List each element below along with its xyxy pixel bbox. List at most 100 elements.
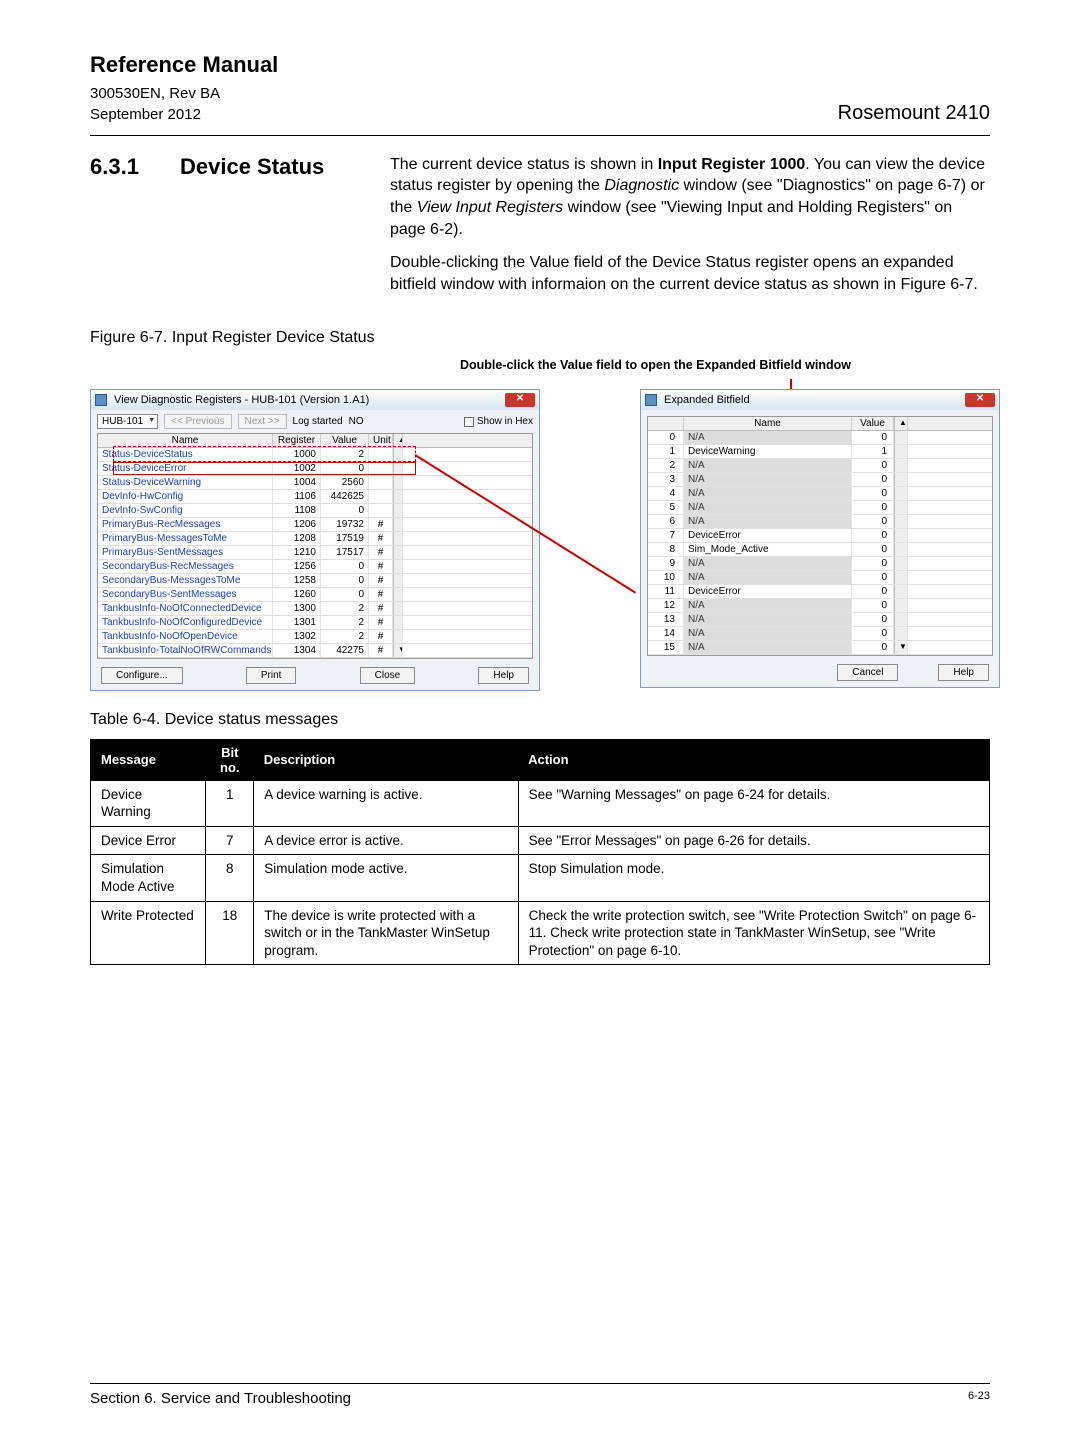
table-row[interactable]: DevInfo-HwConfig1106442625: [98, 490, 532, 504]
row-register: 1302: [273, 630, 321, 643]
previous-button[interactable]: << Previous: [164, 414, 231, 429]
row-register: 1206: [273, 518, 321, 531]
table-row[interactable]: 8Sim_Mode_Active0: [648, 543, 992, 557]
table-row[interactable]: 11DeviceError0: [648, 585, 992, 599]
table-row[interactable]: TankbusInfo-NoOfOpenDevice13022#: [98, 630, 532, 644]
row-value[interactable]: 442625: [321, 490, 369, 503]
row-name: N/A: [684, 431, 852, 444]
p1-f: View Input Registers: [417, 199, 563, 216]
scroll-down-icon[interactable]: ▼: [393, 644, 403, 657]
table-row[interactable]: 13N/A0: [648, 613, 992, 627]
th-bit: Bit no.: [206, 739, 254, 780]
row-value[interactable]: 2: [321, 602, 369, 615]
row-name: SecondaryBus-SentMessages: [98, 588, 273, 601]
show-in-hex-checkbox[interactable]: Show in Hex: [464, 416, 533, 427]
row-value[interactable]: 0: [321, 574, 369, 587]
table-row[interactable]: PrimaryBus-RecMessages120619732#: [98, 518, 532, 532]
table-row[interactable]: 1DeviceWarning1: [648, 445, 992, 459]
row-value[interactable]: 2: [321, 448, 369, 461]
table-row[interactable]: 3N/A0: [648, 473, 992, 487]
row-value[interactable]: 2: [321, 630, 369, 643]
table-row[interactable]: SecondaryBus-RecMessages12560#: [98, 560, 532, 574]
row-name: Status-DeviceWarning: [98, 476, 273, 489]
scrollbar-track: [393, 616, 403, 629]
row-value[interactable]: 0: [321, 560, 369, 573]
row-index: 4: [648, 487, 684, 500]
row-value[interactable]: 17517: [321, 546, 369, 559]
row-value[interactable]: 17519: [321, 532, 369, 545]
table-row[interactable]: 15N/A0▼: [648, 641, 992, 655]
table-row[interactable]: SecondaryBus-SentMessages12600#: [98, 588, 532, 602]
row-register: 1108: [273, 504, 321, 517]
row-value: 0: [852, 571, 894, 584]
row-unit: #: [369, 546, 393, 559]
row-name: PrimaryBus-SentMessages: [98, 546, 273, 559]
table-row[interactable]: Status-DeviceError10020: [98, 462, 532, 476]
diag-titlebar[interactable]: View Diagnostic Registers - HUB-101 (Ver…: [91, 390, 539, 410]
table-row[interactable]: 10N/A0: [648, 571, 992, 585]
scrollbar-track: [894, 473, 908, 486]
row-value[interactable]: 2: [321, 616, 369, 629]
row-index: 14: [648, 627, 684, 640]
table-row[interactable]: 9N/A0: [648, 557, 992, 571]
td-action: See "Error Messages" on page 6-26 for de…: [518, 826, 989, 855]
table-row[interactable]: 2N/A0: [648, 459, 992, 473]
table-row[interactable]: DevInfo-SwConfig11080: [98, 504, 532, 518]
help-button[interactable]: Help: [478, 667, 529, 684]
device-dropdown[interactable]: HUB-101: [97, 414, 158, 429]
next-button[interactable]: Next >>: [238, 414, 287, 429]
header-left: Reference Manual 300530EN, Rev BA Septem…: [90, 50, 278, 125]
table-row[interactable]: 5N/A0: [648, 501, 992, 515]
row-register: 1256: [273, 560, 321, 573]
table-row[interactable]: Status-DeviceStatus10002: [98, 448, 532, 462]
row-value[interactable]: 42275: [321, 644, 369, 657]
table-row[interactable]: TankbusInfo-NoOfConnectedDevice13002#: [98, 602, 532, 616]
scrollbar-track: [894, 431, 908, 444]
figure-caption: Figure 6-7. Input Register Device Status: [90, 327, 990, 349]
scroll-down-icon[interactable]: ▼: [894, 641, 908, 654]
row-value[interactable]: 0: [321, 504, 369, 517]
row-name: TankbusInfo-NoOfOpenDevice: [98, 630, 273, 643]
bitfield-grid[interactable]: Name Value ▲ 0N/A01DeviceWarning12N/A03N…: [647, 416, 993, 656]
table-row[interactable]: 0N/A0: [648, 431, 992, 445]
td-description: Simulation mode active.: [254, 855, 518, 901]
print-button[interactable]: Print: [246, 667, 297, 684]
table-row[interactable]: PrimaryBus-SentMessages121017517#: [98, 546, 532, 560]
row-value: 0: [852, 431, 894, 444]
table-row[interactable]: 6N/A0: [648, 515, 992, 529]
scrollbar-track: [393, 574, 403, 587]
bitfield-button-bar: Cancel Help: [641, 660, 999, 687]
table-row[interactable]: 12N/A0: [648, 599, 992, 613]
table-row[interactable]: 7DeviceError0: [648, 529, 992, 543]
scroll-up-icon[interactable]: ▲: [393, 434, 403, 447]
table-row[interactable]: TankbusInfo-TotalNoOfRWCommands130442275…: [98, 644, 532, 658]
product-name: Rosemount 2410: [838, 102, 990, 125]
configure-button[interactable]: Configure...: [101, 667, 183, 684]
cancel-button[interactable]: Cancel: [837, 664, 898, 681]
scroll-up-icon[interactable]: ▲: [894, 417, 908, 430]
help-button[interactable]: Help: [938, 664, 989, 681]
row-value[interactable]: 2560: [321, 476, 369, 489]
table-row[interactable]: 14N/A0: [648, 627, 992, 641]
row-value: 0: [852, 543, 894, 556]
row-name: N/A: [684, 473, 852, 486]
diag-grid[interactable]: Name Register Value Unit ▲ Status-Device…: [97, 433, 533, 659]
row-value[interactable]: 19732: [321, 518, 369, 531]
close-button-bottom[interactable]: Close: [360, 667, 416, 684]
col-value: Value: [321, 434, 369, 447]
col-index: [648, 417, 684, 430]
row-value[interactable]: 0: [321, 588, 369, 601]
close-button[interactable]: ✕: [505, 393, 535, 407]
scrollbar-track: [393, 602, 403, 615]
row-value[interactable]: 0: [321, 462, 369, 475]
close-button[interactable]: ✕: [965, 393, 995, 407]
bitfield-titlebar[interactable]: Expanded Bitfield ✕: [641, 390, 999, 410]
table-row[interactable]: 4N/A0: [648, 487, 992, 501]
row-register: 1301: [273, 616, 321, 629]
row-name: PrimaryBus-MessagesToMe: [98, 532, 273, 545]
row-register: 1258: [273, 574, 321, 587]
row-value: 0: [852, 599, 894, 612]
table-row[interactable]: PrimaryBus-MessagesToMe120817519#: [98, 532, 532, 546]
table-row[interactable]: SecondaryBus-MessagesToMe12580#: [98, 574, 532, 588]
table-row[interactable]: TankbusInfo-NoOfConfiguredDevice13012#: [98, 616, 532, 630]
